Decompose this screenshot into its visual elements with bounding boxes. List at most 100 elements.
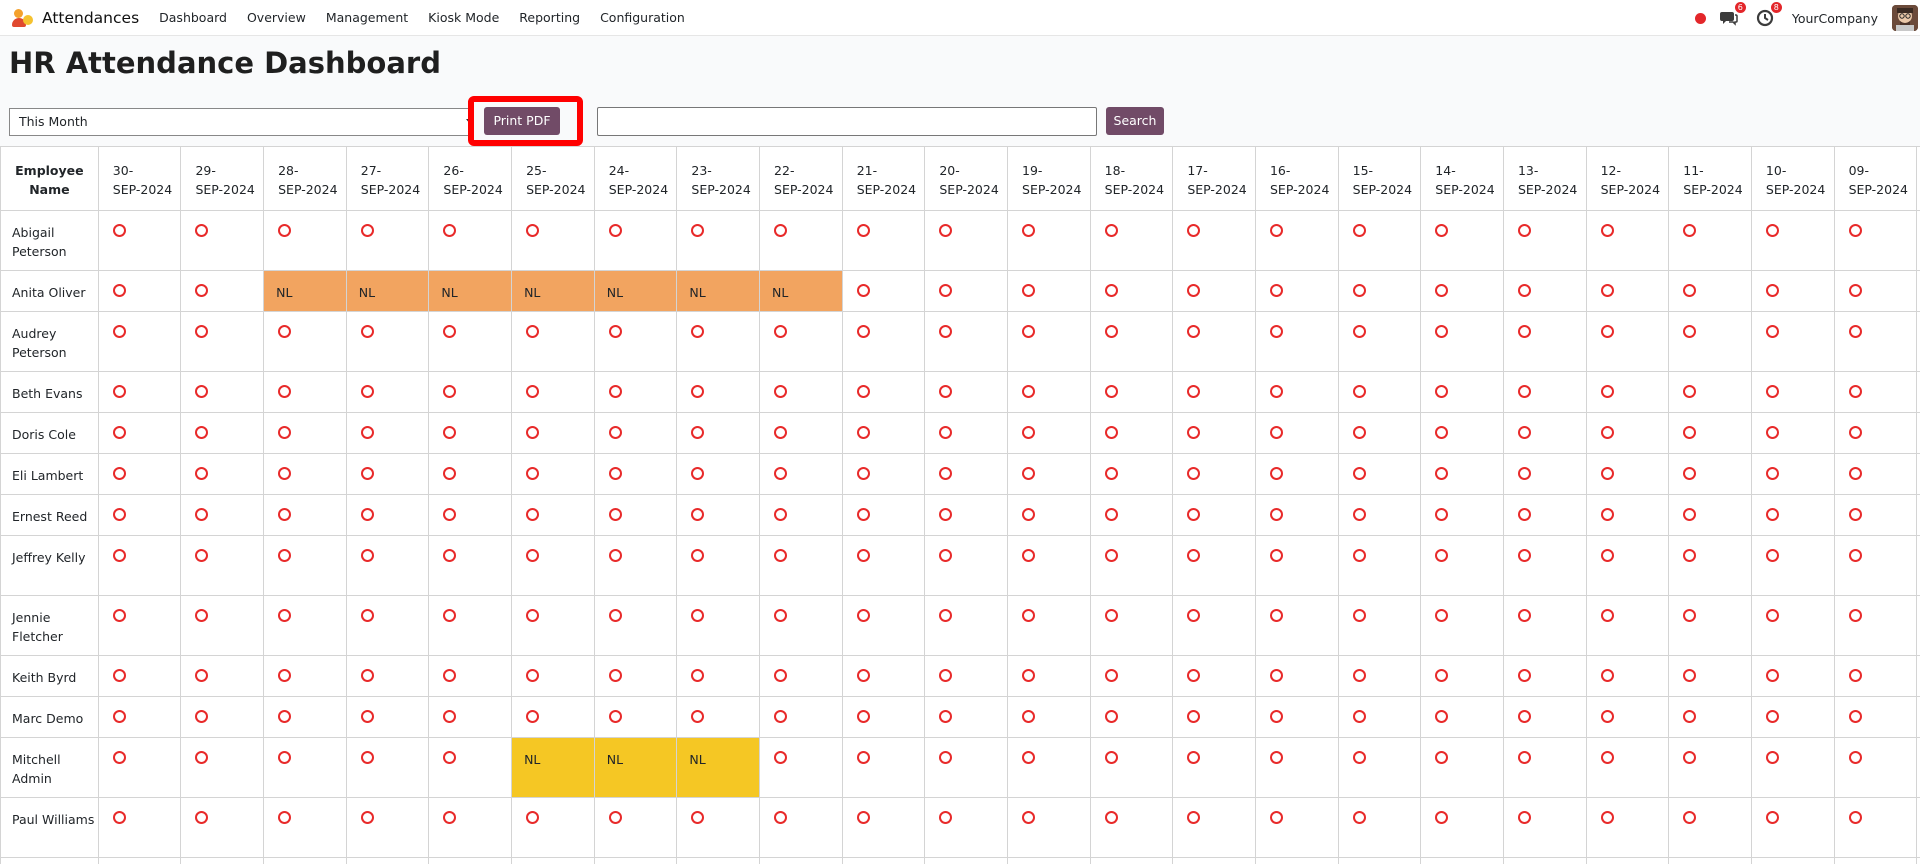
attendance-cell[interactable] [1337, 210, 1422, 271]
attendance-cell[interactable] [180, 494, 265, 536]
attendance-cell[interactable] [1254, 535, 1339, 596]
attendance-cell[interactable] [345, 371, 430, 413]
attendance-cell[interactable] [1833, 371, 1918, 413]
attendance-cell[interactable] [1172, 453, 1256, 495]
attendance-cell[interactable] [676, 797, 761, 858]
attendance-cell[interactable] [263, 412, 347, 454]
attendance-cell[interactable] [676, 655, 761, 697]
attendance-cell[interactable] [97, 311, 182, 372]
attendance-cell[interactable] [841, 655, 926, 697]
attendance-cell[interactable] [1668, 371, 1752, 413]
attendance-cell[interactable] [263, 535, 347, 596]
attendance-cell[interactable] [676, 453, 761, 495]
attendance-cell[interactable] [1585, 737, 1670, 798]
attendance-cell[interactable] [1172, 696, 1256, 738]
attendance-cell[interactable] [1007, 453, 1091, 495]
attendance-cell[interactable] [428, 655, 513, 697]
attendance-cell[interactable] [1668, 737, 1752, 798]
attendance-cell[interactable] [428, 412, 513, 454]
attendance-cell[interactable] [1089, 696, 1174, 738]
attendance-cell[interactable] [345, 210, 430, 271]
attendance-cell[interactable] [1337, 270, 1422, 312]
messages-icon[interactable]: 6 [1719, 2, 1746, 27]
attendance-cell[interactable] [180, 737, 265, 798]
attendance-cell[interactable] [97, 857, 182, 864]
attendance-cell[interactable] [1172, 655, 1256, 697]
attendance-cell[interactable] [1502, 412, 1587, 454]
attendance-cell[interactable] [1750, 696, 1835, 738]
attendance-cell[interactable] [428, 453, 513, 495]
attendance-cell[interactable] [1007, 494, 1091, 536]
attendance-cell[interactable] [1007, 371, 1091, 413]
attendance-cell[interactable] [841, 737, 926, 798]
attendance-cell[interactable] [676, 535, 761, 596]
attendance-cell[interactable] [1254, 453, 1339, 495]
attendance-cell[interactable] [1337, 655, 1422, 697]
attendance-cell[interactable] [1254, 696, 1339, 738]
attendance-cell[interactable] [841, 453, 926, 495]
attendance-cell[interactable] [1089, 655, 1174, 697]
attendance-cell[interactable] [345, 737, 430, 798]
attendance-cell[interactable] [1585, 311, 1670, 372]
attendance-cell[interactable] [345, 655, 430, 697]
attendance-cell[interactable] [1833, 270, 1918, 312]
attendance-cell[interactable] [511, 857, 595, 864]
attendance-cell[interactable] [1585, 535, 1670, 596]
attendance-cell[interactable] [1833, 696, 1918, 738]
attendance-cell[interactable] [1337, 535, 1422, 596]
attendance-cell[interactable] [1585, 210, 1670, 271]
attendance-cell[interactable] [1833, 210, 1918, 271]
attendance-cell[interactable] [1007, 857, 1091, 864]
attendance-cell[interactable] [676, 494, 761, 536]
attendance-cell[interactable] [1750, 857, 1835, 864]
attendance-cell[interactable] [1420, 371, 1504, 413]
attendance-cell[interactable] [1668, 857, 1752, 864]
attendance-cell[interactable] [1502, 655, 1587, 697]
attendance-cell[interactable] [1502, 210, 1587, 271]
attendance-cell[interactable] [97, 371, 182, 413]
attendance-cell[interactable] [97, 453, 182, 495]
attendance-cell[interactable] [1337, 412, 1422, 454]
attendance-cell[interactable] [1502, 270, 1587, 312]
attendance-cell[interactable] [1668, 270, 1752, 312]
attendance-cell[interactable] [593, 797, 678, 858]
attendance-cell[interactable] [428, 797, 513, 858]
attendance-cell[interactable] [180, 535, 265, 596]
attendance-cell[interactable] [841, 311, 926, 372]
attendance-cell[interactable] [1254, 494, 1339, 536]
leave-cell[interactable]: NL [593, 737, 678, 798]
attendance-cell[interactable] [1750, 535, 1835, 596]
attendance-cell[interactable] [1420, 595, 1504, 656]
attendance-cell[interactable] [1502, 371, 1587, 413]
attendance-cell[interactable] [924, 371, 1009, 413]
attendance-cell[interactable] [1833, 412, 1918, 454]
attendance-cell[interactable] [1420, 311, 1504, 372]
attendance-cell[interactable] [1007, 210, 1091, 271]
attendance-cell[interactable] [759, 595, 843, 656]
attendance-cell[interactable] [1585, 595, 1670, 656]
attendance-cell[interactable] [1420, 494, 1504, 536]
attendance-cell[interactable] [1668, 210, 1752, 271]
attendance-cell[interactable] [97, 210, 182, 271]
attendance-cell[interactable] [676, 311, 761, 372]
attendance-cell[interactable] [428, 371, 513, 413]
attendance-cell[interactable] [345, 535, 430, 596]
app-name[interactable]: Attendances [42, 9, 139, 27]
attendance-cell[interactable] [345, 494, 430, 536]
attendance-cell[interactable] [1007, 655, 1091, 697]
menu-dashboard[interactable]: Dashboard [159, 10, 227, 25]
attendance-cell[interactable] [97, 797, 182, 858]
attendance-cell[interactable] [924, 453, 1009, 495]
attendance-cell[interactable] [180, 453, 265, 495]
attendance-cell[interactable] [511, 210, 595, 271]
attendance-cell[interactable] [263, 655, 347, 697]
attendance-cell[interactable] [511, 371, 595, 413]
attendance-cell[interactable] [180, 412, 265, 454]
activities-clock-icon[interactable]: 8 [1756, 2, 1782, 27]
attendance-cell[interactable] [1337, 453, 1422, 495]
attendance-cell[interactable] [1668, 655, 1752, 697]
attendance-cell[interactable] [1750, 371, 1835, 413]
attendance-cell[interactable] [97, 696, 182, 738]
attendance-cell[interactable] [1420, 797, 1504, 858]
attendance-cell[interactable] [1502, 494, 1587, 536]
